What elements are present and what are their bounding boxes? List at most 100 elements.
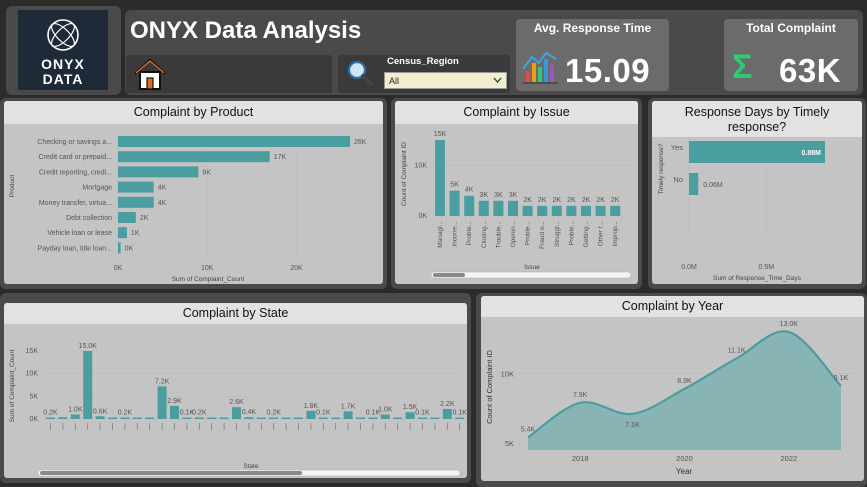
year-data-label: 13.0K [780, 321, 799, 328]
state-bar [331, 417, 341, 419]
state-data-label: 0.4K [242, 409, 257, 416]
product-x-tick: 10K [201, 265, 214, 272]
home-icon [134, 58, 166, 90]
state-bar [219, 417, 229, 419]
product-category-label: Vehicle loan or lease [47, 230, 112, 237]
issue-data-label: 3K [480, 192, 489, 199]
year-chart: Count of Complaint ID 5K 10K 5.4K 7.9K 7.1K 8.… [485, 321, 856, 476]
timely-panel: Response Days by Timely response? Timely… [648, 98, 866, 289]
product-category-label: Mortgage [82, 185, 112, 192]
product-x-tick: 20K [290, 265, 303, 272]
region-dropdown[interactable]: All [384, 72, 507, 89]
year-data-label: 5.4K [521, 427, 536, 434]
issue-scrollbar-thumb [433, 273, 465, 277]
product-bar [118, 227, 127, 239]
year-x-tick: 2020 [676, 454, 693, 463]
state-bar [244, 417, 254, 419]
logo-box: ONYX DATA [18, 10, 108, 90]
issue-data-label: 2K [538, 197, 547, 204]
issue-category-label: Proble... [525, 221, 532, 245]
issue-data-label: 4K [465, 187, 474, 194]
issue-data-label: 2K [582, 197, 591, 204]
issue-bar [493, 200, 504, 216]
product-data-label: 0K [125, 245, 134, 252]
product-bar [118, 181, 154, 193]
product-data-label: 2K [140, 215, 149, 222]
issue-data-label: 2K [553, 197, 562, 204]
state-bar [405, 412, 415, 419]
product-bar [118, 212, 136, 223]
year-x-axis-title: Year [676, 467, 693, 476]
state-bar [418, 417, 427, 419]
issue-data-label: 2K [611, 197, 620, 204]
issue-bar [537, 205, 548, 216]
state-data-label: 0.1K [415, 410, 430, 417]
state-data-label: 0.1K [316, 410, 331, 417]
issue-y-axis-title: Count of Complaint ID [401, 142, 408, 206]
state-bar [182, 417, 192, 419]
timely-data-label: 0.88M [802, 150, 822, 157]
state-bar [356, 417, 365, 419]
state-y-tick: 5K [29, 393, 38, 400]
state-data-label: 1.7K [341, 403, 356, 410]
state-bar [294, 417, 303, 419]
year-data-label: 7.9K [573, 392, 588, 399]
search-icon [347, 60, 373, 86]
logo-panel: ONYX DATA [6, 6, 121, 95]
state-y-tick: 15K [26, 348, 39, 355]
state-data-label: 0.1K [452, 410, 467, 417]
timely-data-label: 0.06M [703, 182, 723, 189]
state-bar [132, 417, 142, 419]
kpi-total-complaint: Total Complaint Σ 63K [724, 19, 858, 91]
state-data-label: 1.0K [378, 406, 393, 413]
state-bar [368, 417, 378, 419]
product-category-label: Debt collection [66, 215, 112, 222]
state-x-axis-title: State [243, 463, 259, 470]
state-y-tick: 0K [29, 416, 38, 423]
year-data-label: 7.1K [625, 422, 640, 429]
state-bar [83, 351, 93, 419]
state-bar [380, 414, 390, 419]
product-category-label: Checking or savings a... [37, 139, 112, 146]
year-data-label: 11.1K [728, 347, 746, 354]
product-bar [118, 196, 154, 208]
issue-bar [566, 205, 577, 216]
state-data-label: 7.2K [155, 378, 170, 385]
issue-bar [522, 205, 533, 216]
issue-category-label: Incorre... [452, 221, 459, 247]
state-bar [170, 405, 179, 419]
product-data-label: 4K [158, 200, 167, 207]
state-bar [455, 417, 465, 419]
issue-panel: Complaint by Issue Count of Complaint ID… [391, 98, 642, 289]
state-bar [281, 417, 291, 419]
product-bar [118, 166, 199, 178]
issue-chart: Count of Complaint ID 0K 10K 15K Managi... 5K… [401, 131, 632, 279]
issue-bar [595, 205, 606, 216]
issue-category-label: Fraud o... [539, 221, 546, 249]
state-bar [343, 411, 353, 419]
product-data-label: 4K [158, 185, 167, 192]
state-bar [442, 409, 452, 419]
state-bar [269, 417, 279, 419]
timely-category-label: No [673, 175, 683, 184]
year-y-tick: 5K [505, 439, 514, 448]
product-category-label: Money transfer, virtua... [39, 200, 112, 207]
product-bar [118, 242, 121, 254]
year-x-tick: 2022 [780, 454, 797, 463]
state-bar [306, 410, 316, 419]
state-bar [207, 417, 217, 419]
issue-data-label: 5K [450, 182, 459, 189]
issue-bar [478, 200, 489, 216]
state-bar [108, 417, 117, 419]
state-data-label: 2.9K [167, 398, 182, 405]
state-bar [70, 414, 80, 419]
home-button[interactable] [126, 55, 332, 93]
chevron-down-icon [493, 77, 502, 83]
product-category-label: Credit reporting, credi... [39, 169, 112, 176]
timely-category-label: Yes [671, 143, 683, 152]
year-card: Complaint by Year Count of Complaint ID 5… [481, 296, 864, 481]
state-bar [318, 417, 328, 419]
timely-x-tick: 0.5M [758, 264, 774, 271]
product-bar [118, 136, 350, 147]
filter-label: Census_Region [387, 56, 459, 67]
